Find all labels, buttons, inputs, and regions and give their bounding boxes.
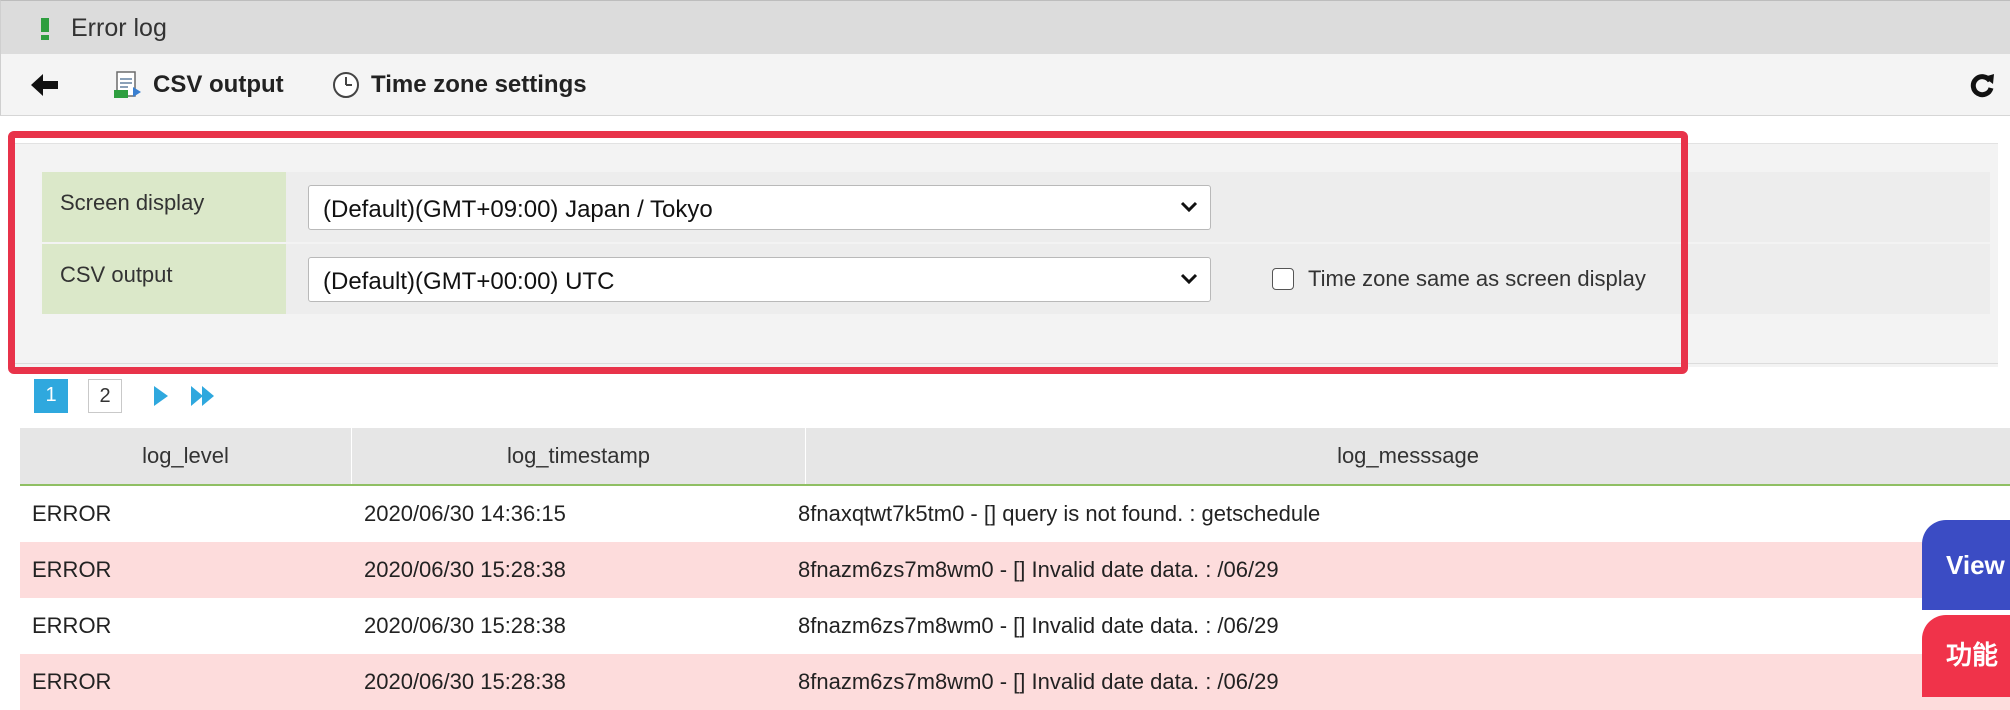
clock-icon — [333, 72, 359, 98]
exclamation-icon — [41, 18, 49, 40]
column-header-log-message[interactable]: log_messsage — [806, 428, 2010, 484]
cell-log-timestamp: 2020/06/30 15:28:38 — [364, 669, 566, 694]
csv-output-button[interactable]: CSV output — [113, 54, 284, 116]
page-2-button[interactable]: 2 — [88, 379, 122, 413]
function-side-button[interactable]: 功能 — [1922, 615, 2010, 697]
cell-log-level: ERROR — [32, 501, 112, 526]
title-bar: Error log — [0, 0, 2010, 54]
screen-display-select[interactable]: (Default)(GMT+09:00) Japan / Tokyo — [308, 185, 1211, 230]
table-row[interactable]: ERROR 2020/06/30 14:36:15 8fnaxqtwt7k5tm… — [20, 486, 2010, 542]
table-row[interactable]: ERROR 2020/06/30 15:28:38 8fnazm6zs7m8wm… — [20, 598, 2010, 654]
csv-output-tz-label: CSV output — [42, 244, 286, 314]
cell-log-message: 8fnazm6zs7m8wm0 - [] Invalid date data. … — [798, 557, 1279, 582]
screen-display-row: Screen display (Default)(GMT+09:00) Japa… — [42, 172, 1990, 242]
arrow-left-icon — [31, 74, 58, 96]
next-page-icon[interactable] — [152, 385, 170, 407]
cell-log-timestamp: 2020/06/30 14:36:15 — [364, 501, 566, 526]
cell-log-level: ERROR — [32, 557, 112, 582]
cell-log-level: ERROR — [32, 613, 112, 638]
time-zone-settings-label: Time zone settings — [371, 71, 587, 98]
chevron-down-icon — [1180, 273, 1198, 285]
column-header-log-timestamp[interactable]: log_timestamp — [352, 428, 806, 484]
table-row[interactable]: ERROR 2020/06/30 15:28:38 8fnazm6zs7m8wm… — [20, 654, 2010, 710]
panel-divider — [12, 363, 1998, 364]
cell-log-timestamp: 2020/06/30 15:28:38 — [364, 557, 566, 582]
refresh-icon — [1970, 74, 1994, 98]
time-zone-settings-button[interactable]: Time zone settings — [331, 54, 587, 116]
same-time-zone-checkbox[interactable] — [1272, 268, 1294, 290]
back-button[interactable] — [31, 54, 59, 116]
same-time-zone-label: Time zone same as screen display — [1308, 266, 1646, 291]
csv-output-select[interactable]: (Default)(GMT+00:00) UTC — [308, 257, 1211, 302]
csv-output-label: CSV output — [153, 71, 284, 98]
table-row[interactable]: ERROR 2020/06/30 15:28:38 8fnazm6zs7m8wm… — [20, 542, 2010, 598]
refresh-button[interactable] — [1969, 54, 1995, 116]
window-title: Error log — [71, 14, 167, 42]
csv-output-row: CSV output (Default)(GMT+00:00) UTC Time… — [42, 244, 1990, 314]
table-header: log_level log_timestamp log_messsage — [20, 428, 2010, 486]
page-1-button[interactable]: 1 — [34, 379, 68, 413]
view-side-button[interactable]: View — [1922, 520, 2010, 610]
cell-log-level: ERROR — [32, 669, 112, 694]
last-page-icon[interactable] — [190, 385, 216, 407]
screen-display-value: (Default)(GMT+09:00) Japan / Tokyo — [323, 196, 713, 223]
toolbar: CSV output Time zone settings — [0, 54, 2010, 116]
log-table: log_level log_timestamp log_messsage ERR… — [20, 428, 2010, 710]
cell-log-timestamp: 2020/06/30 15:28:38 — [364, 613, 566, 638]
column-header-log-level[interactable]: log_level — [20, 428, 352, 484]
cell-log-message: 8fnazm6zs7m8wm0 - [] Invalid date data. … — [798, 613, 1279, 638]
csv-output-value: (Default)(GMT+00:00) UTC — [323, 268, 615, 295]
cell-log-message: 8fnazm6zs7m8wm0 - [] Invalid date data. … — [798, 669, 1279, 694]
csv-export-icon — [114, 71, 141, 98]
same-time-zone-option: Time zone same as screen display — [1272, 266, 1646, 292]
cell-log-message: 8fnaxqtwt7k5tm0 - [] query is not found.… — [798, 501, 1321, 526]
chevron-down-icon — [1180, 201, 1198, 213]
screen-display-label: Screen display — [42, 172, 286, 242]
